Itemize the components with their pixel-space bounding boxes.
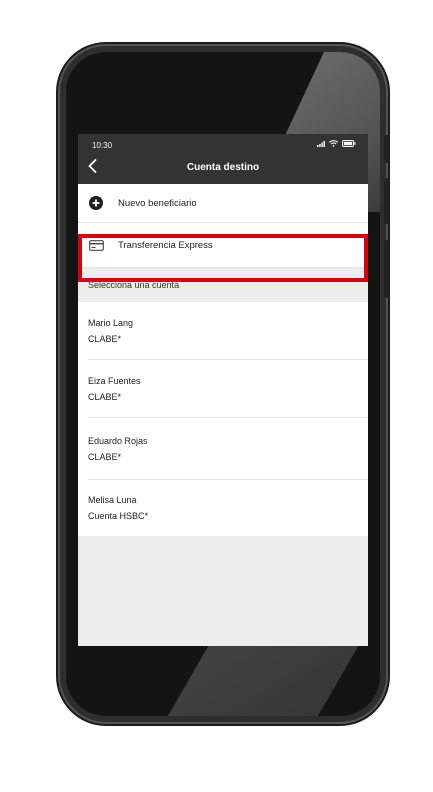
phone-screen: 10:30 Cuenta destino Nuevo beneficiario … [78,134,368,646]
account-type: CLABE* [88,333,122,344]
account-name: Eduardo Rojas [88,435,148,446]
phone-volume-down [384,240,389,298]
express-transfer-button[interactable]: Transferencia Express [78,223,368,268]
account-name: Melisa Luna [88,495,137,505]
add-circle-icon [88,195,104,211]
status-bar: 10:30 [78,134,368,156]
account-item-eiza-fuentes[interactable]: Eiza Fuentes CLABE* [88,360,368,418]
account-item-mario-lang[interactable]: Mario Lang CLABE* [88,302,368,360]
wifi-icon [328,140,339,149]
nav-bar: Cuenta destino [78,156,368,184]
account-name: Eiza Fuentes [88,375,141,386]
new-beneficiary-label: Nuevo beneficiario [118,197,197,209]
account-type: Cuenta HSBC* [88,511,149,521]
empty-area [78,536,368,646]
section-header: Selecciona una cuenta [78,268,368,302]
account-type: CLABE* [88,391,122,402]
express-transfer-label: Transferencia Express [118,239,213,251]
section-title: Selecciona una cuenta [88,280,180,290]
status-icons [317,140,356,149]
phone-glare-bottom [141,642,361,716]
account-item-melisa-luna[interactable]: Melisa Luna Cuenta HSBC* [88,480,368,536]
cellular-signal-icon [317,140,325,149]
account-item-eduardo-rojas[interactable]: Eduardo Rojas CLABE* [88,418,368,480]
battery-icon [342,140,356,149]
account-list: Mario Lang CLABE* Eiza Fuentes CLABE* Ed… [78,302,368,536]
phone-mute-switch [384,135,389,163]
new-beneficiary-button[interactable]: Nuevo beneficiario [78,184,368,223]
status-time: 10:30 [92,141,113,150]
card-icon [88,237,104,253]
page-title: Cuenta destino [186,162,260,173]
account-type: CLABE* [88,451,122,462]
phone-volume-up [384,178,389,224]
stage: 10:30 Cuenta destino Nuevo beneficiario … [0,0,433,792]
account-name: Mario Lang [88,317,134,328]
